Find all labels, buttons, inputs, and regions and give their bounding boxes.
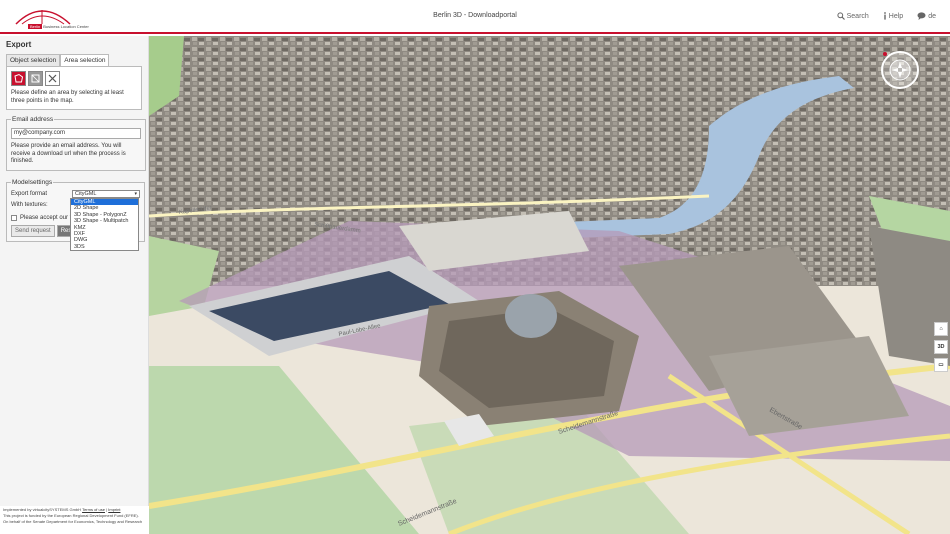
- select-area-button[interactable]: [28, 71, 43, 86]
- terms-of-use-link[interactable]: Terms of use: [82, 507, 105, 512]
- email-info: Please provide an email address. You wil…: [11, 143, 126, 164]
- export-sidebar: Export Object selection Area selection P…: [0, 36, 149, 506]
- polygon-icon: [14, 73, 24, 83]
- tab-area-selection[interactable]: Area selection: [60, 54, 110, 66]
- logo-text: Business Location Center: [43, 24, 89, 29]
- area-selection-panel: Please define an area by selecting at le…: [6, 66, 142, 110]
- language-label: de: [928, 12, 936, 20]
- export-format-dropdown: CityGML 2D Shape 3D Shape - PolygonZ 3D …: [70, 198, 139, 252]
- map-layer-button[interactable]: ▭: [934, 358, 948, 372]
- clear-icon: [48, 74, 57, 83]
- tab-object-selection[interactable]: Object selection: [6, 54, 61, 66]
- clear-area-button[interactable]: [45, 71, 60, 86]
- terms-label: Please accept our t: [20, 214, 72, 221]
- info-icon: [883, 12, 886, 20]
- footer-implemented: Implemented by virtualcitySYSTEMS GmbH: [3, 507, 82, 512]
- email-legend: Email address: [12, 116, 54, 123]
- chevron-down-icon: ▾: [134, 191, 137, 197]
- send-request-button[interactable]: Send request: [11, 224, 55, 237]
- speech-bubble-icon: [917, 12, 926, 20]
- model-settings-legend: Modelsettings: [12, 178, 53, 186]
- export-format-value: CityGML: [75, 191, 97, 197]
- navigation-compass[interactable]: [880, 50, 920, 90]
- map-canvas: Kapelle-Ufer Schiffbauerdamm Paul-Löbe-A…: [149, 36, 950, 534]
- export-format-select[interactable]: CityGML ▾: [72, 190, 140, 198]
- search-icon: [837, 12, 845, 20]
- imprint-link[interactable]: Imprint: [108, 507, 120, 512]
- reichstag-dome: [505, 294, 557, 338]
- logo-label: Berlin Business Location Center: [28, 24, 89, 29]
- format-option[interactable]: 3DS: [71, 244, 138, 250]
- compass-icon: [881, 51, 919, 89]
- header: Berlin Business Location Center Berlin 3D…: [0, 0, 950, 34]
- search-link[interactable]: Search: [837, 12, 869, 20]
- footer-line-3: On behalf of the Senate Department for E…: [3, 519, 143, 524]
- sidebar-title: Export: [6, 40, 32, 49]
- language-link[interactable]: de: [917, 12, 936, 20]
- map-3d-view[interactable]: Kapelle-Ufer Schiffbauerdamm Paul-Löbe-A…: [149, 36, 950, 534]
- terms-checkbox[interactable]: [11, 214, 17, 221]
- format-option[interactable]: 3D Shape - Multipatch: [71, 218, 138, 224]
- export-format-label: Export format: [11, 191, 48, 197]
- footer: Implemented by virtualcitySYSTEMS GmbH T…: [0, 506, 149, 534]
- selection-tabs: Object selection Area selection: [6, 54, 142, 66]
- area-instruction: Please define an area by selecting at le…: [11, 90, 124, 104]
- view-mode-3d-button[interactable]: 3D: [934, 340, 948, 354]
- home-button[interactable]: ⌂: [934, 322, 948, 336]
- help-link[interactable]: Help: [883, 12, 903, 20]
- square-select-icon: [31, 74, 40, 83]
- page-title: Berlin 3D - Downloadportal: [433, 12, 517, 19]
- header-nav: Search Help de: [837, 12, 936, 20]
- map-controls: ⌂ 3D ▭: [934, 322, 948, 372]
- help-label: Help: [888, 12, 904, 20]
- logo-badge: Berlin: [28, 24, 43, 29]
- textures-label: With textures:: [11, 202, 48, 208]
- draw-polygon-button[interactable]: [11, 71, 26, 86]
- email-fieldset: Email address my@company.com Please prov…: [6, 116, 146, 171]
- search-label: Search: [846, 12, 869, 20]
- email-field[interactable]: my@company.com: [11, 128, 141, 139]
- area-tools: [11, 71, 137, 86]
